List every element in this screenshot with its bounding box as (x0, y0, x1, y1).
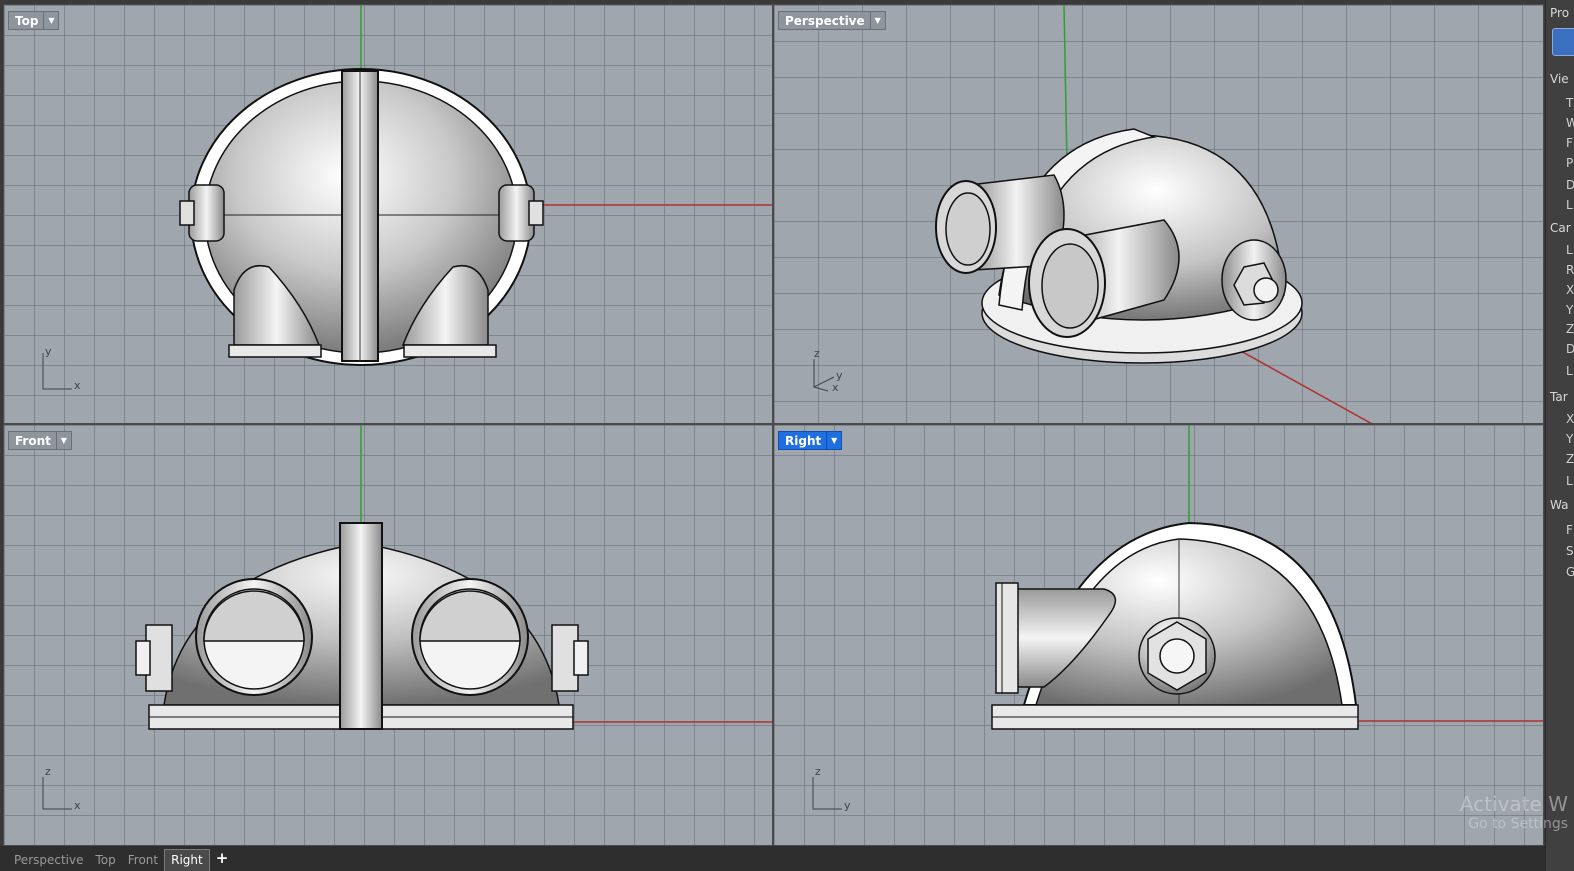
chevron-down-icon[interactable]: ▼ (43, 12, 58, 29)
tab-perspective[interactable]: Perspective (8, 850, 90, 871)
wallpaper-item[interactable]: G (1566, 565, 1574, 579)
axis-widget: y x (40, 345, 100, 395)
camera-item[interactable]: L (1566, 364, 1573, 378)
viewport-title: Top (15, 13, 39, 28)
target-item[interactable]: X (1566, 412, 1574, 426)
camera-item[interactable]: X (1566, 283, 1574, 297)
chevron-down-icon[interactable]: ▼ (55, 432, 71, 449)
tab-right[interactable]: Right (164, 849, 210, 871)
section-view[interactable]: Vie (1550, 72, 1569, 86)
section-wallpaper[interactable]: Wa (1550, 498, 1568, 512)
axis-widget: z y x (808, 347, 868, 397)
viewport-front[interactable]: Front ▼ z x (3, 424, 773, 846)
activation-watermark: Activate W Go to Settings (1460, 792, 1568, 832)
axis-label-x: x (832, 381, 839, 394)
viewport-label-top[interactable]: Top ▼ (8, 11, 60, 30)
camera-item[interactable]: Z (1566, 322, 1574, 336)
viewport-label-perspective[interactable]: Perspective ▼ (778, 11, 886, 30)
tab-front[interactable]: Front (122, 850, 164, 871)
axis-label-v: y (45, 345, 52, 358)
viewport-title: Front (15, 433, 51, 448)
panel-header: Pro (1550, 6, 1570, 20)
top-view-model (179, 5, 772, 366)
target-item[interactable]: L (1566, 474, 1573, 488)
viewport-perspective[interactable]: Perspective ▼ z y x (773, 4, 1544, 424)
viewport-title: Perspective (785, 13, 865, 28)
view-item[interactable]: F (1566, 136, 1573, 150)
axis-label-h: x (74, 799, 81, 812)
camera-item[interactable]: R (1566, 263, 1574, 277)
target-item[interactable]: Z (1566, 452, 1574, 466)
camera-item[interactable]: Y (1566, 303, 1573, 317)
chevron-down-icon[interactable]: ▼ (869, 12, 885, 29)
axis-label-z: z (814, 347, 820, 360)
camera-item[interactable]: D (1566, 342, 1574, 356)
add-tab-button[interactable]: + (210, 847, 235, 871)
view-item[interactable]: T (1566, 96, 1573, 110)
view-item[interactable]: W (1566, 116, 1574, 130)
axis-label-v: z (815, 765, 821, 778)
axis-label-v: z (45, 765, 51, 778)
axis-label-h: y (844, 799, 851, 812)
watermark-line2: Go to Settings (1468, 816, 1568, 832)
viewport-title: Right (785, 433, 822, 448)
section-camera[interactable]: Car (1550, 221, 1571, 235)
right-view-model (991, 425, 1543, 730)
wallpaper-item[interactable]: F (1566, 523, 1573, 537)
wallpaper-item[interactable]: S (1566, 544, 1574, 558)
viewport-top[interactable]: Top ▼ y x (3, 4, 773, 424)
view-item[interactable]: L (1566, 198, 1573, 212)
view-item[interactable]: D (1566, 178, 1574, 192)
camera-icon[interactable] (1552, 28, 1574, 56)
viewport-label-front[interactable]: Front ▼ (8, 431, 72, 450)
tab-top[interactable]: Top (90, 850, 122, 871)
chevron-down-icon[interactable]: ▼ (826, 432, 841, 449)
target-item[interactable]: Y (1566, 432, 1573, 446)
watermark-line1: Activate W (1459, 792, 1568, 816)
viewport-tab-bar: Perspective Top Front Right + (0, 846, 1545, 871)
properties-panel: Pro Vie T W F P D L Car L R X Y Z D L Ta… (1545, 0, 1574, 871)
front-view-model (135, 425, 772, 730)
camera-item[interactable]: L (1566, 243, 1573, 257)
viewport-label-right[interactable]: Right ▼ (778, 431, 843, 450)
perspective-view-model (935, 5, 1372, 423)
view-item[interactable]: P (1566, 156, 1573, 170)
axis-label-h: x (74, 379, 81, 392)
section-target[interactable]: Tar (1550, 390, 1568, 404)
axis-widget: z y (810, 765, 870, 815)
viewport-right[interactable]: Right ▼ z y (773, 424, 1544, 846)
axis-widget: z x (40, 765, 100, 815)
